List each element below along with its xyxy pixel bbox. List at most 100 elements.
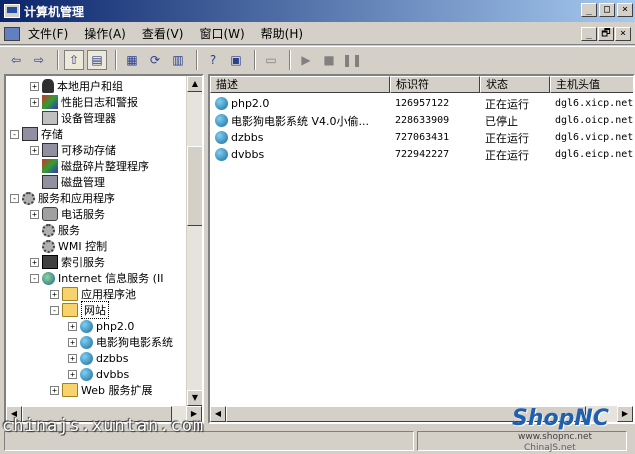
table-row[interactable]: dzbbs 727063431 正在运行 dgl6.vicp.net (210, 129, 633, 146)
expand-icon[interactable]: + (30, 145, 39, 155)
tree-node[interactable]: + 电影狗电影系统 (68, 334, 173, 350)
menu-file[interactable]: 文件(F) (28, 25, 68, 42)
expand-icon[interactable]: + (30, 97, 39, 107)
mixed-icon (42, 159, 58, 173)
tree-node-label: 网站 (81, 301, 109, 319)
tree-node-label: 电影狗电影系统 (96, 336, 173, 349)
list-scroll-left-button[interactable]: ◀ (210, 406, 226, 422)
expand-icon[interactable]: + (68, 353, 77, 363)
expand-icon[interactable]: + (68, 321, 77, 331)
tree-node[interactable]: 磁盘管理 (30, 174, 105, 190)
website-icon (215, 148, 228, 161)
menu-window[interactable]: 窗口(W) (199, 25, 244, 42)
expand-icon[interactable]: + (68, 369, 77, 379)
stop-icon[interactable]: ■ (319, 50, 339, 70)
collapse-icon[interactable]: - (10, 129, 19, 139)
collapse-icon[interactable]: - (50, 305, 59, 315)
tree-node[interactable]: + 可移动存储 (30, 142, 116, 158)
tree-node[interactable]: WMI 控制 (30, 238, 107, 254)
tree-node[interactable]: - 服务和应用程序 (10, 190, 115, 206)
folder-icon (62, 383, 78, 397)
properties-icon[interactable]: ▦ (122, 50, 142, 70)
table-row[interactable]: php2.0 126957122 正在运行 dgl6.xicp.net (210, 95, 633, 112)
table-row[interactable]: 电影狗电影系统 V4.0小偷... 228633909 已停止 dgl6.oicp.n… (210, 112, 634, 129)
show-tree-icon[interactable]: ▤ (87, 49, 107, 70)
play-icon[interactable]: ▶ (296, 50, 316, 70)
tree-node[interactable]: + 索引服务 (30, 254, 105, 270)
list-header: 描述 标识符 状态 主机头值 (210, 76, 633, 93)
forward-arrow-icon[interactable]: ⇨ (29, 50, 49, 70)
tree-node-label: 存储 (41, 128, 63, 141)
tree-node[interactable]: 服务 (30, 222, 80, 238)
close-button[interactable]: × (617, 3, 633, 17)
column-header-description[interactable]: 描述 (210, 76, 390, 93)
tree-node[interactable]: - 网站 (50, 301, 109, 319)
pause-icon[interactable]: ❚❚ (342, 50, 362, 70)
scroll-down-button[interactable]: ▼ (187, 390, 202, 406)
column-header-status[interactable]: 状态 (480, 76, 550, 93)
website-name: php2.0 (231, 97, 270, 110)
menu-help[interactable]: 帮助(H) (261, 25, 303, 42)
tree-node[interactable]: + 本地用户和组 (30, 78, 123, 94)
cell-host: dgl6.oicp.net (555, 115, 634, 126)
disk-icon (42, 143, 58, 157)
tree-node-label: dvbbs (96, 367, 130, 381)
expand-icon[interactable]: + (50, 289, 59, 299)
computer-icon[interactable]: ▭ (261, 50, 281, 70)
tree-node[interactable]: + dzbbs (68, 350, 128, 366)
website-icon (215, 97, 228, 110)
minimize-button[interactable]: _ (581, 3, 597, 17)
scroll-thumb[interactable] (187, 146, 202, 226)
console-tree[interactable]: + 本地用户和组 + 性能日志和警报 设备管理器 - 存储 + 可移动存储 磁盘碎片整理程序 磁盘管… (4, 74, 204, 424)
table-row[interactable]: dvbbs 722942227 正在运行 dgl6.eicp.net (210, 146, 634, 163)
results-list[interactable]: 描述 标识符 状态 主机头值 php2.0 126957122 正在运行 dgl6.x… (208, 74, 635, 424)
collapse-icon[interactable]: - (30, 273, 39, 283)
expand-icon[interactable]: + (50, 385, 59, 395)
tree-node[interactable]: 磁盘碎片整理程序 (30, 158, 149, 174)
maximize-button[interactable]: □ (599, 3, 615, 17)
cell-status: 正在运行 (485, 97, 529, 111)
tree-vertical-scrollbar[interactable]: ▲ ▼ (186, 76, 202, 406)
menu-view[interactable]: 查看(V) (142, 25, 184, 42)
expand-icon[interactable]: + (30, 81, 39, 91)
website-name: 电影狗电影系统 V4.0小偷... (231, 114, 370, 128)
tree-node[interactable]: + 电话服务 (30, 206, 105, 222)
tree-node[interactable]: - 存储 (10, 126, 63, 142)
tree-node[interactable]: 设备管理器 (30, 110, 116, 126)
up-folder-icon[interactable]: ⇧ (64, 49, 84, 70)
tree-node[interactable]: + Web 服务扩展 (50, 382, 152, 398)
collapse-icon[interactable]: - (10, 193, 19, 203)
tree-node[interactable]: - Internet 信息服务 (II (30, 270, 163, 286)
tree-node-label: 电话服务 (61, 208, 105, 221)
refresh-icon[interactable]: ⟳ (145, 50, 165, 70)
expand-icon[interactable]: + (30, 209, 39, 219)
list-scroll-right-button[interactable]: ▶ (617, 406, 633, 422)
mdi-restore-button[interactable]: 🗗 (598, 27, 614, 41)
column-header-identifier[interactable]: 标识符 (390, 76, 480, 93)
back-arrow-icon[interactable]: ⇦ (6, 50, 26, 70)
cell-host: dgl6.eicp.net (555, 149, 634, 160)
cell-desc: dvbbs (210, 148, 390, 161)
scroll-up-button[interactable]: ▲ (187, 76, 202, 92)
tree-node[interactable]: + dvbbs (68, 366, 129, 382)
menu-action[interactable]: 操作(A) (84, 25, 126, 42)
tree-node[interactable]: + 性能日志和警报 (30, 94, 138, 110)
caption-buttons: _ □ × (581, 3, 633, 17)
watermark-logo: ShopNC (512, 406, 609, 431)
tree-node[interactable]: + 应用程序池 (50, 286, 136, 302)
tree-node[interactable]: + php2.0 (68, 318, 134, 334)
gear-icon (22, 191, 35, 205)
export-list-icon[interactable]: ▥ (168, 50, 188, 70)
details-pane-icon[interactable]: ▣ (226, 50, 246, 70)
expand-icon[interactable]: + (68, 337, 77, 347)
computer-management-icon (4, 4, 20, 18)
help-icon[interactable]: ? (203, 50, 223, 70)
column-header-host[interactable]: 主机头值 (550, 76, 633, 93)
mdi-close-button[interactable]: × (615, 27, 631, 41)
cell-id: 722942227 (395, 149, 450, 160)
expand-icon[interactable]: + (30, 257, 39, 267)
window-titlebar[interactable]: 计算机管理 _ □ × (0, 0, 635, 22)
menu-bar: 文件(F) 操作(A) 查看(V) 窗口(W) 帮助(H) _ 🗗 × (0, 23, 635, 45)
mdi-minimize-button[interactable]: _ (581, 27, 597, 41)
console-icon[interactable] (4, 26, 20, 41)
